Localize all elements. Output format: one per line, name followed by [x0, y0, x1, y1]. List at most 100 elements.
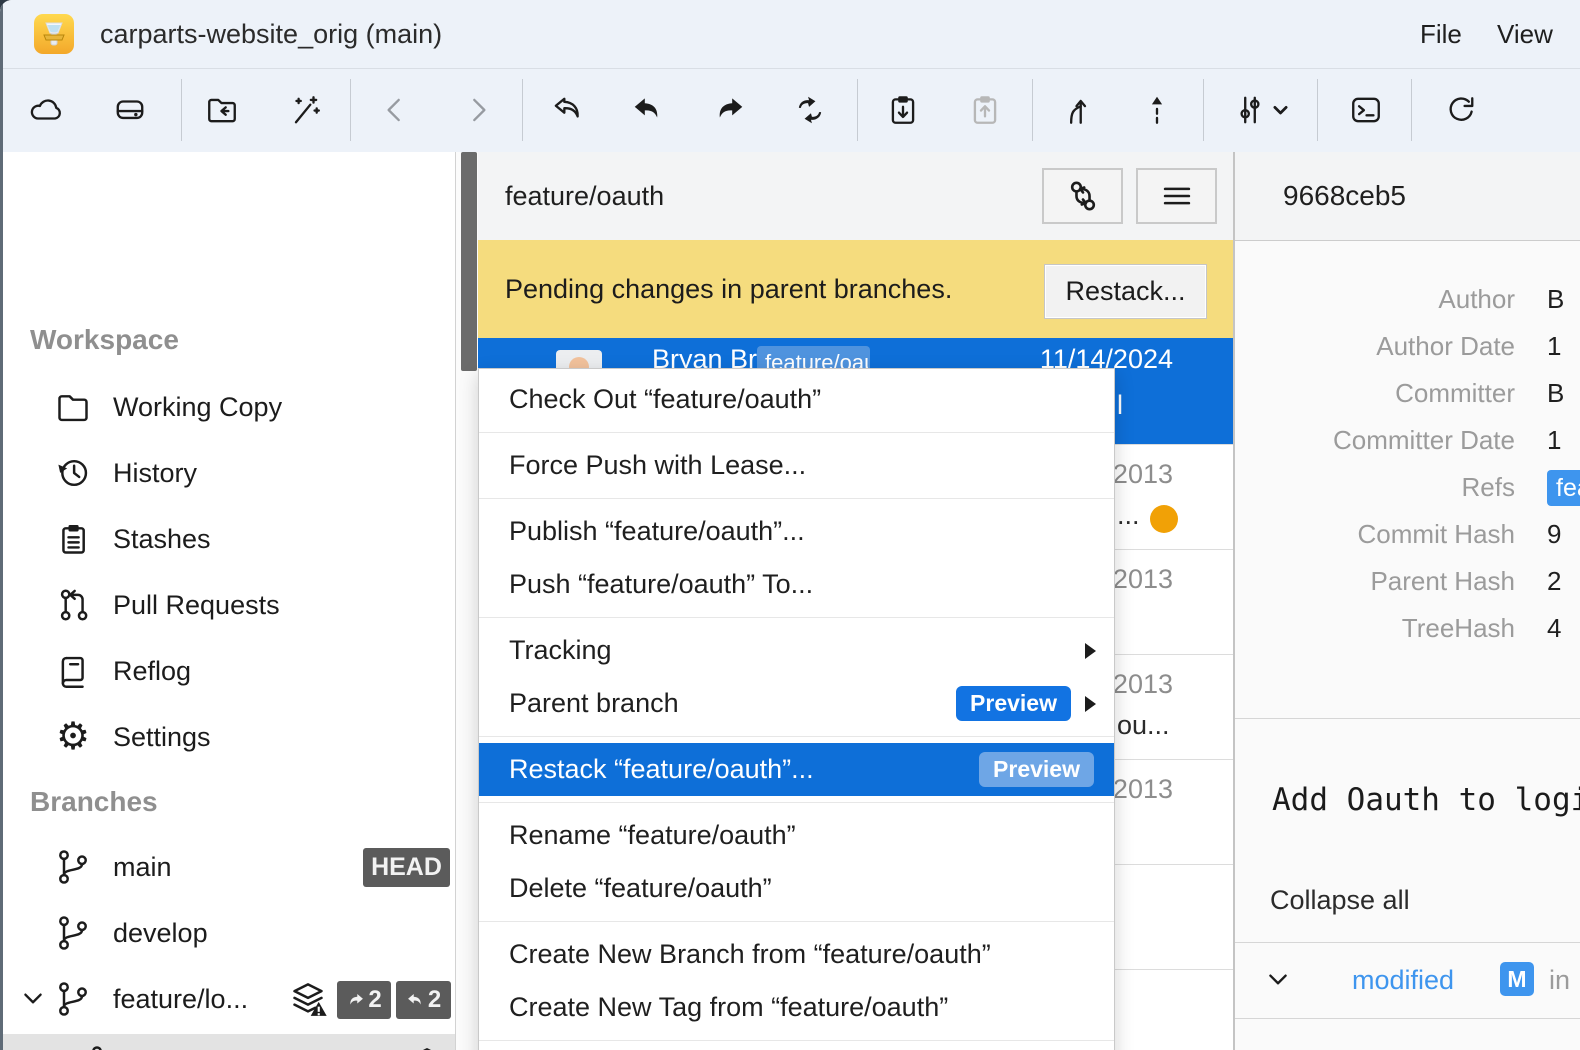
app-icon — [34, 14, 74, 54]
nav-forward-icon[interactable] — [447, 79, 509, 141]
folder-icon — [54, 388, 92, 426]
sidebar-item-label: Settings — [113, 704, 211, 770]
commit-list-scrollbar[interactable] — [456, 152, 478, 1050]
open-repo-icon[interactable] — [191, 79, 253, 141]
sidebar-item-history[interactable]: History — [0, 440, 455, 506]
menu-item-delete[interactable]: Delete “feature/oauth” — [479, 862, 1114, 915]
detail-value: 1 — [1547, 323, 1561, 370]
collapse-all-link[interactable]: Collapse all — [1270, 885, 1410, 916]
stash-pop-icon[interactable] — [954, 79, 1016, 141]
undo-icon[interactable] — [617, 79, 679, 141]
menu-item-checkout[interactable]: Check Out “feature/oauth” — [479, 373, 1114, 426]
gear-icon: ⚙ — [54, 718, 92, 756]
file-status-label: modified — [1352, 965, 1454, 996]
commit-hash-title: 9668ceb5 — [1283, 152, 1406, 240]
magic-wand-icon[interactable] — [274, 79, 336, 141]
commit-message-tail: l — [1117, 390, 1123, 421]
sidebar-item-label: Working Copy — [113, 374, 282, 440]
sidebar-item-label: Pull Requests — [113, 572, 280, 638]
toolbar-separator — [350, 79, 351, 141]
scrollbar-thumb[interactable] — [461, 152, 477, 371]
sidebar-branch-main[interactable]: main HEAD — [0, 834, 455, 900]
chevron-down-icon[interactable] — [1265, 970, 1291, 995]
branch-label: feature/lo... — [113, 966, 248, 1032]
list-options-button[interactable] — [1136, 168, 1217, 224]
branch-label: feature/oauth — [135, 1034, 294, 1050]
toolbar-separator — [1317, 79, 1318, 141]
behind-count: 2 — [428, 986, 441, 1014]
branches-section-header: Branches — [30, 782, 410, 822]
toolbar-separator — [1411, 79, 1412, 141]
menu-view[interactable]: View — [1497, 0, 1553, 68]
workflow-options-icon[interactable] — [1217, 79, 1303, 141]
menu-item-create-branch[interactable]: Create New Branch from “feature/oauth” — [479, 928, 1114, 981]
preview-badge: Preview — [956, 686, 1071, 721]
branch-icon — [54, 980, 92, 1018]
restack-button[interactable]: Restack... — [1045, 265, 1206, 318]
app-window: carparts-website_orig (main) File View — [0, 0, 1580, 1050]
toolbar-separator — [522, 79, 523, 141]
behind-count-badge: 2 — [396, 981, 451, 1019]
title-bar: carparts-website_orig (main) File View — [0, 0, 1580, 69]
terminal-icon[interactable] — [1335, 79, 1397, 141]
detail-value: 9 — [1547, 511, 1561, 558]
divider — [1235, 1018, 1580, 1019]
preview-badge: Preview — [979, 752, 1094, 787]
sidebar-branch-develop[interactable]: develop — [0, 900, 455, 966]
chevron-down-icon[interactable] — [20, 989, 46, 1014]
menu-item-push-to[interactable]: Push “feature/oauth” To... — [479, 558, 1114, 611]
detail-value: B — [1547, 276, 1564, 323]
toolbar-separator — [181, 79, 182, 141]
menu-separator — [479, 802, 1114, 803]
menu-item-publish[interactable]: Publish “feature/oauth”... — [479, 505, 1114, 558]
detail-row-committer-date: Committer Date 1 — [1235, 417, 1580, 464]
branch-icon — [54, 914, 92, 952]
menu-separator — [479, 498, 1114, 499]
sidebar-item-label: History — [113, 440, 197, 506]
sidebar-item-pull-requests[interactable]: Pull Requests — [0, 572, 455, 638]
sidebar-item-settings[interactable]: ⚙ Settings — [0, 704, 455, 770]
detail-label: Author — [1235, 276, 1515, 323]
menu-item-force-push[interactable]: Force Push with Lease... — [479, 439, 1114, 492]
sidebar-item-stashes[interactable]: Stashes — [0, 506, 455, 572]
checkout-arrow-icon[interactable] — [536, 79, 598, 141]
detail-label: Parent Hash — [1235, 558, 1515, 605]
rebase-icon[interactable] — [1126, 79, 1188, 141]
submenu-arrow-icon — [1085, 696, 1096, 712]
redo-icon[interactable] — [698, 79, 760, 141]
cloud-icon[interactable] — [14, 79, 76, 141]
menu-item-restack[interactable]: Restack “feature/oauth”... Preview — [479, 743, 1114, 796]
file-row[interactable]: modified M in — [1235, 942, 1580, 1018]
ahead-count: 2 — [368, 986, 381, 1014]
stack-warning-icon — [288, 981, 328, 1022]
toolbar-separator — [857, 79, 858, 141]
menu-item-tracking[interactable]: Tracking — [479, 624, 1114, 677]
sidebar-branch-feature-oauth[interactable]: feature/oauth — [0, 1034, 455, 1050]
refresh-icon[interactable] — [1430, 79, 1492, 141]
toolbar-separator — [1032, 79, 1033, 141]
menu-item-parent-branch[interactable]: Parent branch Preview — [479, 677, 1114, 730]
submenu-arrow-icon — [1085, 643, 1096, 659]
ref-chip[interactable]: feature — [1547, 470, 1580, 506]
menu-item-rename[interactable]: Rename “feature/oauth” — [479, 809, 1114, 862]
sync-icon[interactable] — [779, 79, 841, 141]
menu-item-create-tag[interactable]: Create New Tag from “feature/oauth” — [479, 981, 1114, 1034]
hard-drive-icon[interactable] — [99, 79, 161, 141]
sidebar-branch-feature-lo[interactable]: feature/lo... 2 2 — [0, 966, 455, 1032]
sidebar-item-working-copy[interactable]: Working Copy — [0, 374, 455, 440]
detail-value: 2 — [1547, 558, 1561, 605]
restack-banner: Pending changes in parent branches. Rest… — [478, 240, 1233, 338]
nav-back-icon[interactable] — [364, 79, 426, 141]
sidebar-item-reflog[interactable]: Reflog — [0, 638, 455, 704]
menu-file[interactable]: File — [1420, 0, 1462, 68]
menu-separator — [479, 1040, 1114, 1041]
merge-icon[interactable] — [1046, 79, 1108, 141]
detail-row-author: Author B — [1235, 276, 1580, 323]
stash-save-icon[interactable] — [872, 79, 934, 141]
compare-branches-button[interactable] — [1042, 168, 1123, 224]
detail-label: Commit Hash — [1235, 511, 1515, 558]
stack-warning-icon — [407, 1046, 447, 1050]
branch-icon — [54, 848, 92, 886]
branch-title: feature/oauth — [505, 152, 664, 240]
sidebar-item-label: Stashes — [113, 506, 211, 572]
